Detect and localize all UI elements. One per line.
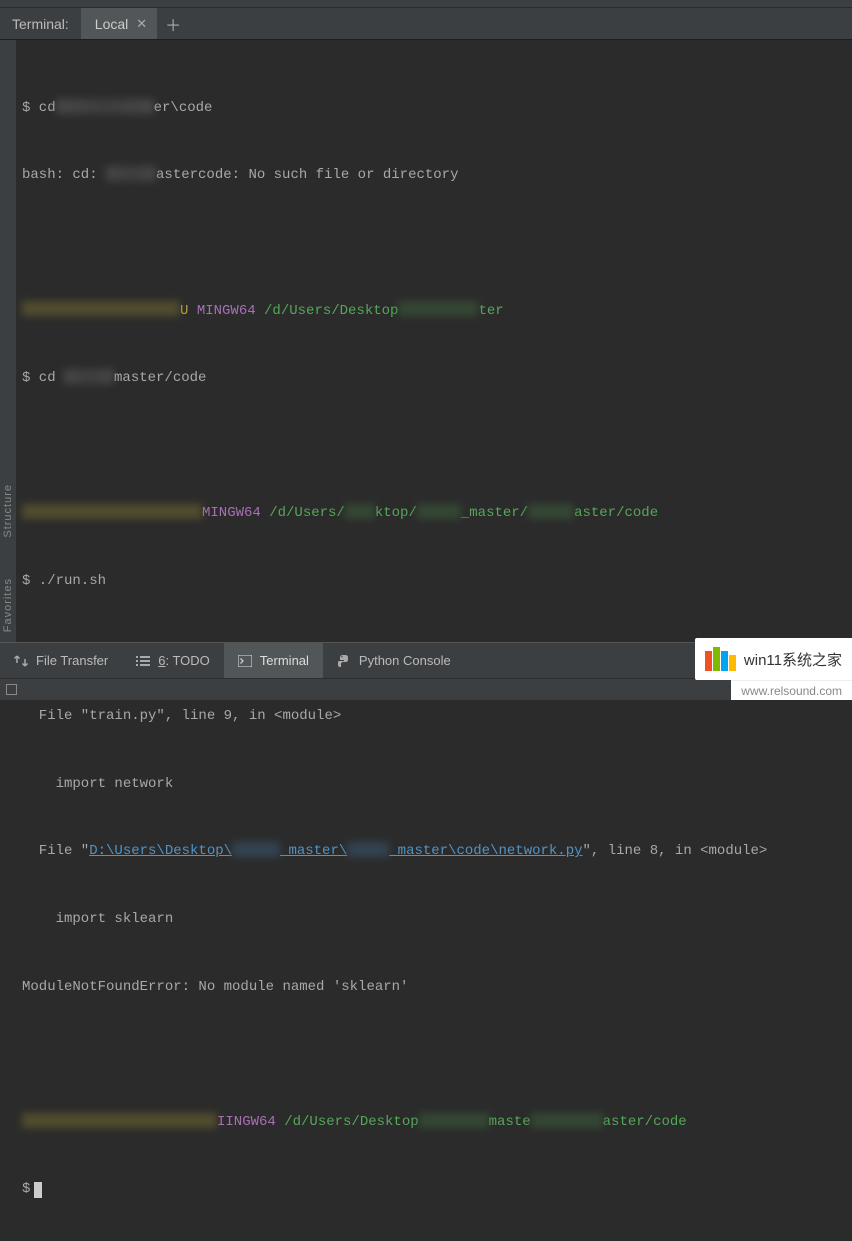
prompt-path: /d/Users/Desktop xyxy=(264,303,398,319)
tool-label: Terminal xyxy=(260,653,309,668)
prompt-host: IINGW64 xyxy=(217,1106,284,1140)
terminal-tab-row: Terminal: Local ✕ ＋ xyxy=(0,8,852,40)
watermark-url: www.relsound.com xyxy=(731,680,852,700)
cmd-text: er\code xyxy=(154,100,213,116)
prompt-path: maste xyxy=(489,1114,531,1130)
redacted-text xyxy=(531,1113,603,1128)
prompt-path: aster/code xyxy=(574,505,658,521)
tool-terminal[interactable]: Terminal xyxy=(224,643,323,678)
sidebar-item-favorites[interactable]: Favorites xyxy=(2,578,14,632)
redacted-text xyxy=(528,504,574,519)
left-tool-sidebar: Structure Favorites xyxy=(0,40,16,642)
output-text: import sklearn xyxy=(22,903,173,937)
tool-todo[interactable]: 6: TODO xyxy=(122,643,224,678)
cmd-text: $ cd xyxy=(22,100,56,116)
prompt-path: aster/code xyxy=(603,1114,687,1130)
prompt-path: ter xyxy=(478,303,503,319)
terminal-output[interactable]: $ cd er\code bash: cd: astercode: No such… xyxy=(16,40,852,640)
redacted-text xyxy=(345,504,375,519)
redacted-text xyxy=(419,1113,489,1128)
file-link[interactable]: D:\Users\Desktop\_master\_master\code\ne… xyxy=(89,835,582,869)
output-text: ModuleNotFoundError: No module named 'sk… xyxy=(22,971,408,1005)
prompt-path: /d/Users/ xyxy=(269,505,345,521)
prompt-path: ktop/ xyxy=(375,505,417,521)
prompt-path: /d/Users/Desktop xyxy=(284,1114,418,1130)
output-text: : No such file or directory xyxy=(232,167,459,183)
output-text: ", line 8, in <module> xyxy=(583,835,768,869)
status-square-icon[interactable] xyxy=(6,684,17,695)
output-text: File " xyxy=(22,843,89,859)
cmd-text: $ cd xyxy=(22,370,64,386)
redacted-text xyxy=(22,504,202,519)
list-icon xyxy=(136,655,150,667)
redacted-text xyxy=(417,504,461,519)
redacted-text xyxy=(106,166,156,181)
tool-python-console[interactable]: Python Console xyxy=(323,643,465,678)
output-text: File "train.py", line 9, in <module> xyxy=(22,700,341,734)
transfer-icon xyxy=(14,654,28,668)
cursor xyxy=(34,1182,42,1198)
cmd-text: master/code xyxy=(114,370,206,386)
tool-file-transfer[interactable]: File Transfer xyxy=(0,643,122,678)
redacted-text xyxy=(347,842,389,857)
watermark: win11系统之家 xyxy=(695,638,852,680)
close-icon[interactable]: ✕ xyxy=(136,17,147,30)
watermark-text: win11系统之家 xyxy=(744,649,842,670)
tool-label: Python Console xyxy=(359,653,451,668)
redacted-text xyxy=(22,301,180,316)
watermark-logo-icon xyxy=(705,647,736,671)
output-text: import network xyxy=(22,768,173,802)
tool-label: File Transfer xyxy=(36,653,108,668)
editor-strip xyxy=(0,0,852,8)
prompt-user: U xyxy=(180,303,197,319)
prompt-dollar: $ xyxy=(22,1173,30,1207)
terminal-icon xyxy=(238,655,252,667)
tab-local[interactable]: Local ✕ xyxy=(81,8,157,39)
prompt-host: MINGW64 xyxy=(197,295,264,329)
cmd-text: $ ./run.sh xyxy=(22,565,106,599)
output-text: bash: cd: xyxy=(22,167,106,183)
redacted-text xyxy=(232,842,280,857)
add-tab-button[interactable]: ＋ xyxy=(157,8,189,39)
redacted-text xyxy=(22,1113,217,1128)
prompt-host: MINGW64 xyxy=(202,497,269,531)
sidebar-item-structure[interactable]: Structure xyxy=(2,484,14,538)
redacted-text xyxy=(398,301,478,316)
redacted-text xyxy=(56,99,154,114)
prompt-path: _master/ xyxy=(461,505,528,521)
status-bar xyxy=(0,678,852,700)
tab-label: Local xyxy=(95,16,128,32)
terminal-title-label: Terminal: xyxy=(0,8,81,39)
python-icon xyxy=(337,654,351,668)
output-text: astercode xyxy=(156,167,232,183)
redacted-text xyxy=(64,369,114,384)
tool-label: 6: TODO xyxy=(158,653,210,668)
